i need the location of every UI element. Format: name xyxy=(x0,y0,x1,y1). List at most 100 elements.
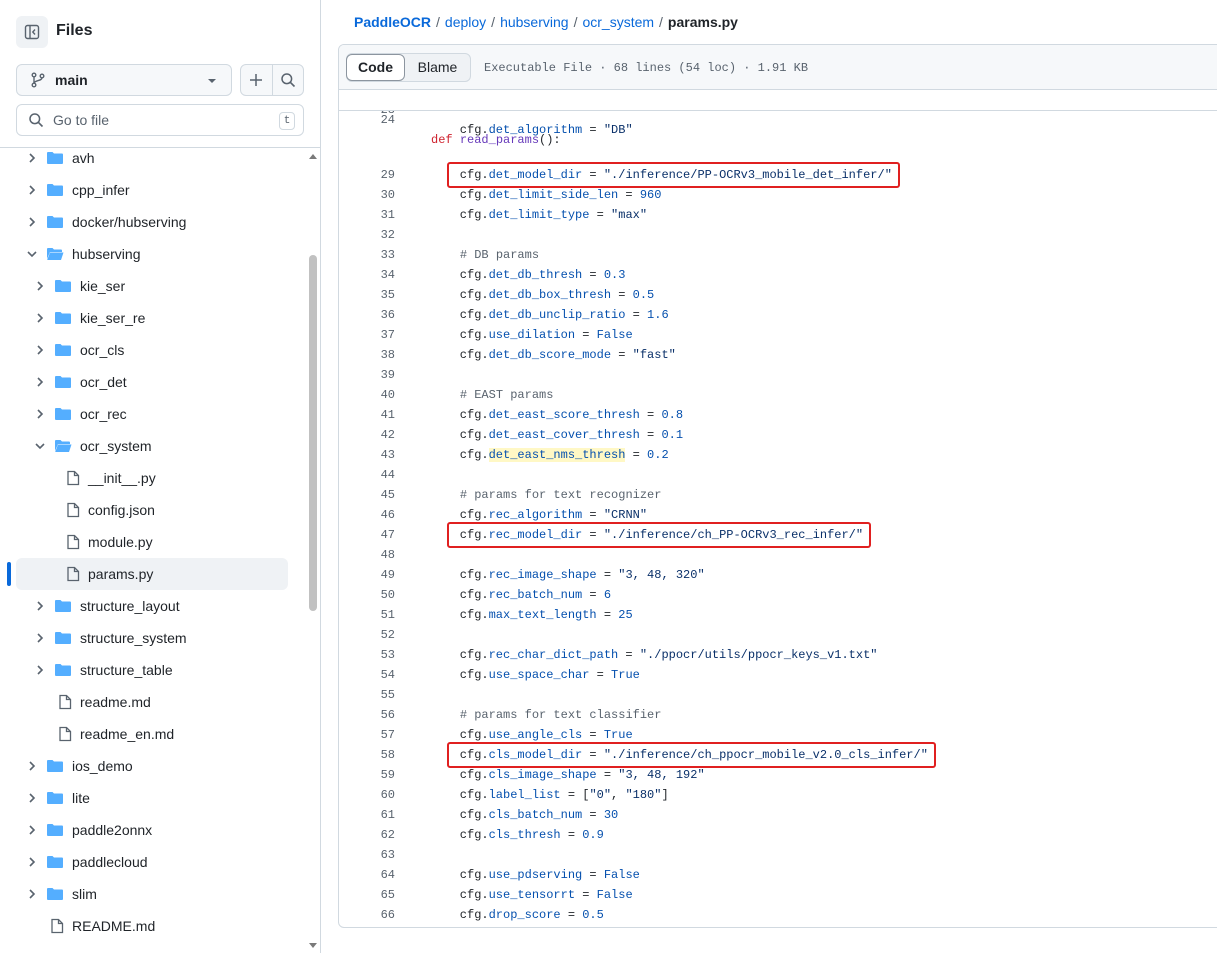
tree-folder-docker-hubserving[interactable]: docker/hubserving xyxy=(16,206,288,238)
line-number[interactable]: 52 xyxy=(339,625,395,645)
folder-icon xyxy=(47,792,63,804)
tree-folder-structure-table[interactable]: structure_table xyxy=(16,654,288,686)
line-number[interactable]: 54 xyxy=(339,665,395,685)
line-number[interactable]: 37 xyxy=(339,325,395,345)
line-number[interactable]: 60 xyxy=(339,785,395,805)
tree-folder-avh[interactable]: avh xyxy=(16,149,288,174)
chevron-down-icon xyxy=(27,251,37,258)
file-tree: avh cpp_infer docker/hubserving hubserving k… xyxy=(0,149,306,953)
tree-item-label: paddlecloud xyxy=(72,854,148,870)
line-number[interactable]: 53 xyxy=(339,645,395,665)
code-line: 52 xyxy=(339,625,1217,645)
code-text: cfg.use_tensorrt = False xyxy=(431,888,633,902)
tree-folder-slim[interactable]: slim xyxy=(16,878,288,910)
line-number[interactable]: 56 xyxy=(339,705,395,725)
breadcrumb-separator: / xyxy=(491,14,496,30)
line-number[interactable]: 30 xyxy=(339,185,395,205)
tree-folder-hubserving[interactable]: hubserving xyxy=(16,238,288,270)
line-number[interactable]: 51 xyxy=(339,605,395,625)
line-number[interactable]: 32 xyxy=(339,225,395,245)
tree-file-readme-en-md[interactable]: readme_en.md xyxy=(16,718,288,750)
tree-folder-kie-ser[interactable]: kie_ser xyxy=(16,270,288,302)
tree-folder-ios-demo[interactable]: ios_demo xyxy=(16,750,288,782)
line-number[interactable]: 33 xyxy=(339,245,395,265)
tree-folder-kie-ser-re[interactable]: kie_ser_re xyxy=(16,302,288,334)
line-number[interactable]: 47 xyxy=(339,525,395,545)
sidebar-scrollbar[interactable] xyxy=(306,149,320,953)
scroll-down-arrow-icon[interactable] xyxy=(309,943,317,949)
code-tab[interactable]: Code xyxy=(346,54,405,81)
line-number[interactable]: 36 xyxy=(339,305,395,325)
line-number[interactable]: 45 xyxy=(339,485,395,505)
breadcrumb-link-ocr-system[interactable]: ocr_system xyxy=(582,14,654,30)
line-number[interactable]: 48 xyxy=(339,545,395,565)
line-number[interactable]: 34 xyxy=(339,265,395,285)
line-number[interactable]: 44 xyxy=(339,465,395,485)
tree-item-label: avh xyxy=(72,150,95,166)
chevron-right-icon xyxy=(37,601,44,611)
tree-folder-structure-system[interactable]: structure_system xyxy=(16,622,288,654)
blame-tab[interactable]: Blame xyxy=(405,54,470,81)
tree-file-readme-md[interactable]: README.md xyxy=(16,910,288,942)
code-line: 63 xyxy=(339,845,1217,865)
line-number[interactable]: 39 xyxy=(339,365,395,385)
file-viewer: Code Blame Executable File · 68 lines (5… xyxy=(338,44,1217,928)
line-number[interactable]: 66 xyxy=(339,905,395,925)
line-number[interactable]: 43 xyxy=(339,445,395,465)
line-number[interactable]: 35 xyxy=(339,285,395,305)
tree-file-readme-md[interactable]: readme.md xyxy=(16,686,288,718)
code-text: cfg.det_db_thresh = 0.3 xyxy=(431,268,626,282)
scrollbar-thumb[interactable] xyxy=(309,255,317,611)
scroll-up-arrow-icon[interactable] xyxy=(309,153,317,159)
branch-selector[interactable]: main xyxy=(16,64,232,96)
line-number[interactable]: 55 xyxy=(339,685,395,705)
tree-folder-ocr-rec[interactable]: ocr_rec xyxy=(16,398,288,430)
tree-folder-cpp-infer[interactable]: cpp_infer xyxy=(16,174,288,206)
tree-folder-ocr-system[interactable]: ocr_system xyxy=(16,430,288,462)
line-number[interactable]: 65 xyxy=(339,885,395,905)
line-number[interactable]: 41 xyxy=(339,405,395,425)
tree-item-label: config.json xyxy=(88,502,155,518)
breadcrumb-link-hubserving[interactable]: hubserving xyxy=(500,14,569,30)
sticky-function-header[interactable]: 24 def read_params(): xyxy=(339,90,1217,147)
go-to-file-input[interactable]: Go to file t xyxy=(16,104,304,136)
tree-file-init-py[interactable]: __init__.py xyxy=(16,462,288,494)
tree-file-config-json[interactable]: config.json xyxy=(16,494,288,526)
line-number[interactable]: 40 xyxy=(339,385,395,405)
line-number[interactable]: 67 xyxy=(339,925,395,927)
line-number[interactable]: 64 xyxy=(339,865,395,885)
chevron-right-icon xyxy=(37,377,44,387)
tree-file-params-py[interactable]: params.py xyxy=(16,558,288,590)
tree-folder-lite[interactable]: lite xyxy=(16,782,288,814)
code-view[interactable]: 28 cfg.det_algorithm = "DB" 29 cfg.det_m… xyxy=(339,90,1217,927)
line-number[interactable]: 50 xyxy=(339,585,395,605)
folder-icon xyxy=(47,824,63,836)
line-number[interactable]: 58 xyxy=(339,745,395,765)
breadcrumb-link-deploy[interactable]: deploy xyxy=(445,14,486,30)
code-text: cfg.cls_batch_num = 30 xyxy=(431,808,619,822)
add-file-button[interactable] xyxy=(241,65,272,95)
tree-file-module-py[interactable]: module.py xyxy=(16,526,288,558)
code-line: 33 # DB params xyxy=(339,245,1217,265)
line-number[interactable]: 57 xyxy=(339,725,395,745)
line-number[interactable]: 31 xyxy=(339,205,395,225)
line-number[interactable]: 62 xyxy=(339,825,395,845)
tree-item-label: hubserving xyxy=(72,246,141,262)
breadcrumb-repo-link[interactable]: PaddleOCR xyxy=(354,14,431,30)
tree-folder-paddlecloud[interactable]: paddlecloud xyxy=(16,846,288,878)
line-number[interactable]: 46 xyxy=(339,505,395,525)
line-number[interactable]: 63 xyxy=(339,845,395,865)
line-number[interactable]: 61 xyxy=(339,805,395,825)
search-button[interactable] xyxy=(271,65,303,95)
tree-folder-paddle2onnx[interactable]: paddle2onnx xyxy=(16,814,288,846)
line-number[interactable]: 38 xyxy=(339,345,395,365)
line-number[interactable]: 59 xyxy=(339,765,395,785)
plus-icon xyxy=(250,74,263,86)
line-number[interactable]: 49 xyxy=(339,565,395,585)
tree-folder-ocr-det[interactable]: ocr_det xyxy=(16,366,288,398)
code-line: 66 cfg.drop_score = 0.5 xyxy=(339,905,1217,925)
tree-folder-structure-layout[interactable]: structure_layout xyxy=(16,590,288,622)
line-number[interactable]: 42 xyxy=(339,425,395,445)
collapse-sidebar-button[interactable] xyxy=(16,16,48,48)
tree-folder-ocr-cls[interactable]: ocr_cls xyxy=(16,334,288,366)
